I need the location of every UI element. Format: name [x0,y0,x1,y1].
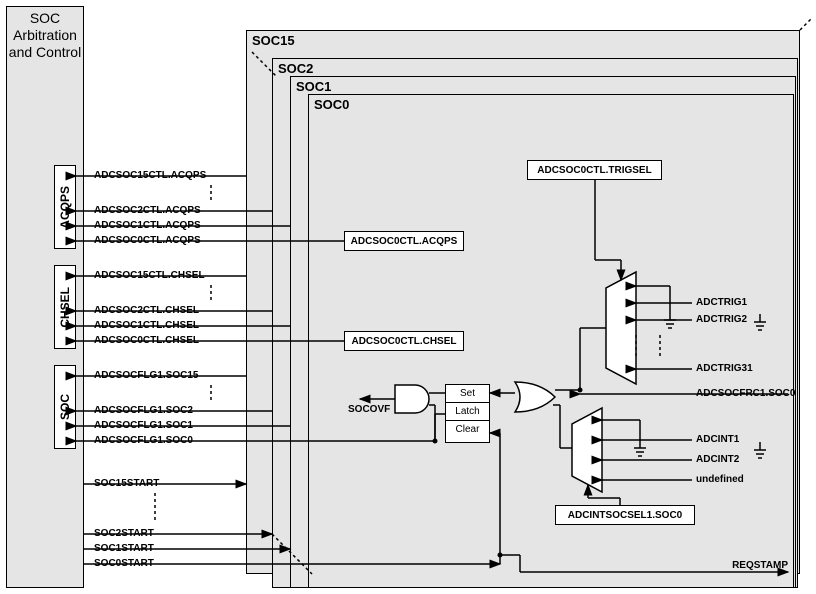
wiring-svg [0,0,816,594]
